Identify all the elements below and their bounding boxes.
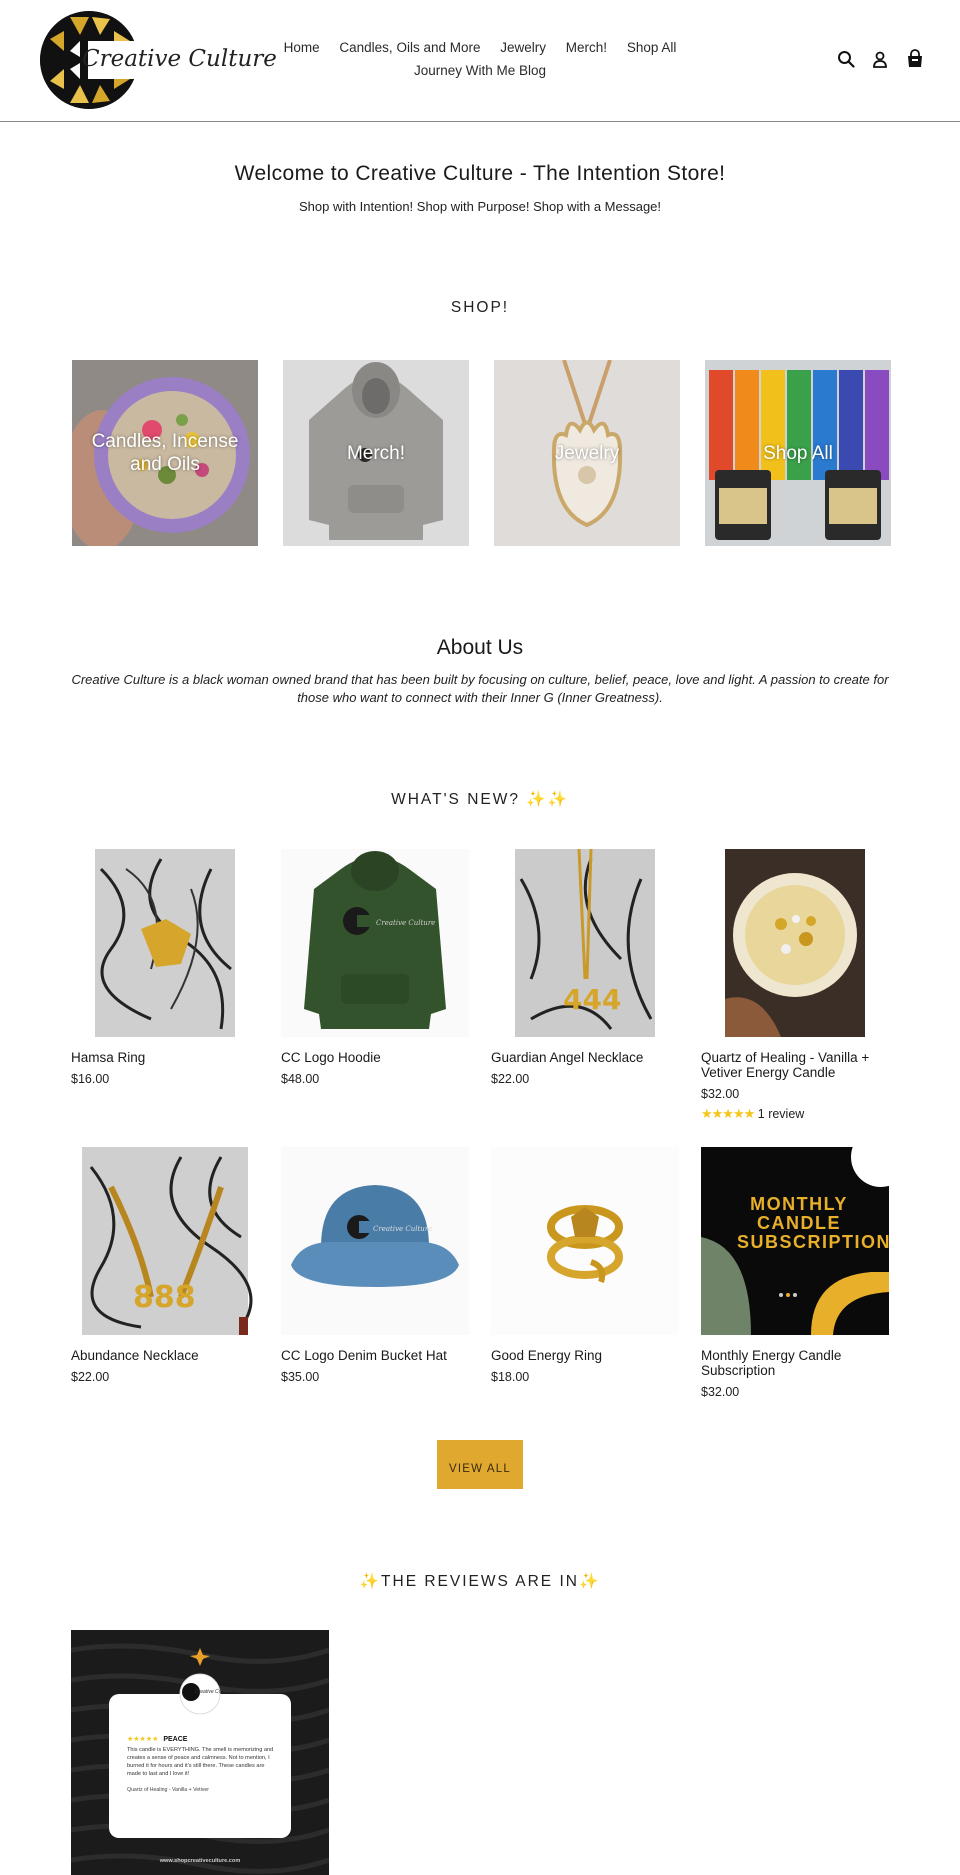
collection-candles[interactable]: Candles, Incense and Oils (72, 360, 258, 546)
product-title[interactable]: Quartz of Healing - Vanilla + Vetiver En… (701, 1050, 889, 1080)
nav-merch[interactable]: Merch! (566, 40, 607, 55)
subscription-image-text: MONTHLY CANDLE SUBSCRIPTION (737, 1194, 889, 1252)
product-card[interactable]: Quartz of Healing - Vanilla + Vetiver En… (701, 849, 889, 1122)
svg-text:Creative Culture: Creative Culture (373, 1225, 432, 1233)
product-price: $18.00 (491, 1370, 530, 1384)
product-image[interactable] (701, 849, 889, 1037)
collection-label: Merch! (346, 442, 406, 464)
review-card-product: Quartz of Healing - Vanilla + Vetiver (127, 1787, 209, 1793)
product-title[interactable]: Good Energy Ring (491, 1348, 679, 1363)
welcome-subtitle: Shop with Intention! Shop with Purpose! … (298, 199, 662, 214)
review-card-brand: Creative Culture (195, 1689, 232, 1695)
product-price: $32.00 (701, 1087, 740, 1101)
product-card[interactable]: Creative Culture CC Logo Denim Bucket Ha… (281, 1147, 469, 1384)
product-image[interactable]: MONTHLY CANDLE SUBSCRIPTION (701, 1147, 889, 1335)
product-card[interactable]: Hamsa Ring $16.00 (71, 849, 259, 1086)
product-price: $32.00 (701, 1385, 740, 1399)
product-image[interactable]: 444 (491, 849, 679, 1037)
product-price: $16.00 (71, 1072, 110, 1086)
cart-icon[interactable] (906, 49, 926, 69)
search-icon[interactable] (837, 50, 857, 70)
product-image[interactable]: Creative Culture (281, 849, 469, 1037)
about-text: Creative Culture is a black woman owned … (71, 672, 889, 705)
product-card[interactable]: MONTHLY CANDLE SUBSCRIPTION Monthly Ener… (701, 1147, 889, 1399)
product-title[interactable]: CC Logo Hoodie (281, 1050, 469, 1065)
collection-label: Candles, Incense and Oils (91, 431, 239, 475)
nav-jewelry[interactable]: Jewelry (500, 40, 546, 55)
svg-text:444: 444 (563, 983, 621, 1016)
product-title[interactable]: CC Logo Denim Bucket Hat (281, 1348, 469, 1363)
product-card[interactable]: Good Energy Ring $18.00 (491, 1147, 679, 1384)
star-rating-icon: ★★★★★ (701, 1106, 755, 1121)
account-icon[interactable] (872, 51, 892, 71)
product-card[interactable]: 888 Abundance Necklace $22.00 (71, 1147, 259, 1384)
review-card-url: www.shopcreativeculture.com (159, 1858, 241, 1864)
product-price: $22.00 (491, 1072, 530, 1086)
view-all-button[interactable]: VIEW ALL (437, 1440, 523, 1489)
collection-label: Jewelry (554, 442, 620, 464)
svg-text:888: 888 (133, 1280, 196, 1315)
review-image[interactable]: Creative Culture ★★★★★ PEACE This candle… (71, 1630, 329, 1875)
shop-heading: SHOP! (450, 299, 510, 316)
about-title: About Us (436, 636, 524, 659)
svg-text:Creative Culture: Creative Culture (376, 919, 435, 927)
product-card[interactable]: 444 Guardian Angel Necklace $22.00 (491, 849, 679, 1086)
main-nav: Home Candles, Oils and More Jewelry Merc… (262, 36, 698, 82)
review-card-title: PEACE (163, 1736, 188, 1743)
review-count[interactable]: 1 review (758, 1107, 805, 1121)
brand-name: Creative Culture (82, 46, 277, 72)
product-price: $22.00 (71, 1370, 110, 1384)
collection-label: Shop All (763, 442, 833, 464)
product-title[interactable]: Hamsa Ring (71, 1050, 259, 1065)
collection-merch[interactable]: Merch! (283, 360, 469, 546)
product-title[interactable]: Guardian Angel Necklace (491, 1050, 679, 1065)
collection-shop-all[interactable]: Shop All (705, 360, 891, 546)
product-image[interactable] (71, 849, 259, 1037)
nav-candles-oils[interactable]: Candles, Oils and More (339, 40, 480, 55)
product-title[interactable]: Abundance Necklace (71, 1348, 259, 1363)
product-image[interactable]: Creative Culture (281, 1147, 469, 1335)
review-stars: ★★★★★ PEACE (127, 1735, 187, 1743)
brand-logo[interactable]: Creative Culture (40, 11, 277, 111)
nav-blog[interactable]: Journey With Me Blog (414, 63, 546, 78)
product-price: $35.00 (281, 1370, 320, 1384)
nav-home[interactable]: Home (284, 40, 320, 55)
product-image[interactable]: 888 (71, 1147, 259, 1335)
welcome-title: Welcome to Creative Culture - The Intent… (234, 162, 726, 185)
product-image[interactable] (491, 1147, 679, 1335)
site-header: Creative Culture Home Candles, Oils and … (0, 0, 960, 122)
collection-jewelry[interactable]: Jewelry (494, 360, 680, 546)
review-card-body: This candle is EVERYTHING. The smell is … (127, 1747, 274, 1777)
product-card[interactable]: Creative Culture CC Logo Hoodie $48.00 (281, 849, 469, 1086)
product-title[interactable]: Monthly Energy Candle Subscription (701, 1348, 889, 1378)
reviews-heading: ✨THE REVIEWS ARE IN✨ (359, 1573, 601, 1590)
whats-new-heading: WHAT'S NEW? ✨✨ (391, 791, 569, 808)
product-rating: ★★★★★ 1 review (701, 1106, 889, 1122)
product-price: $48.00 (281, 1072, 320, 1086)
nav-shop-all[interactable]: Shop All (627, 40, 677, 55)
review-star-icons: ★★★★★ (127, 1736, 159, 1743)
